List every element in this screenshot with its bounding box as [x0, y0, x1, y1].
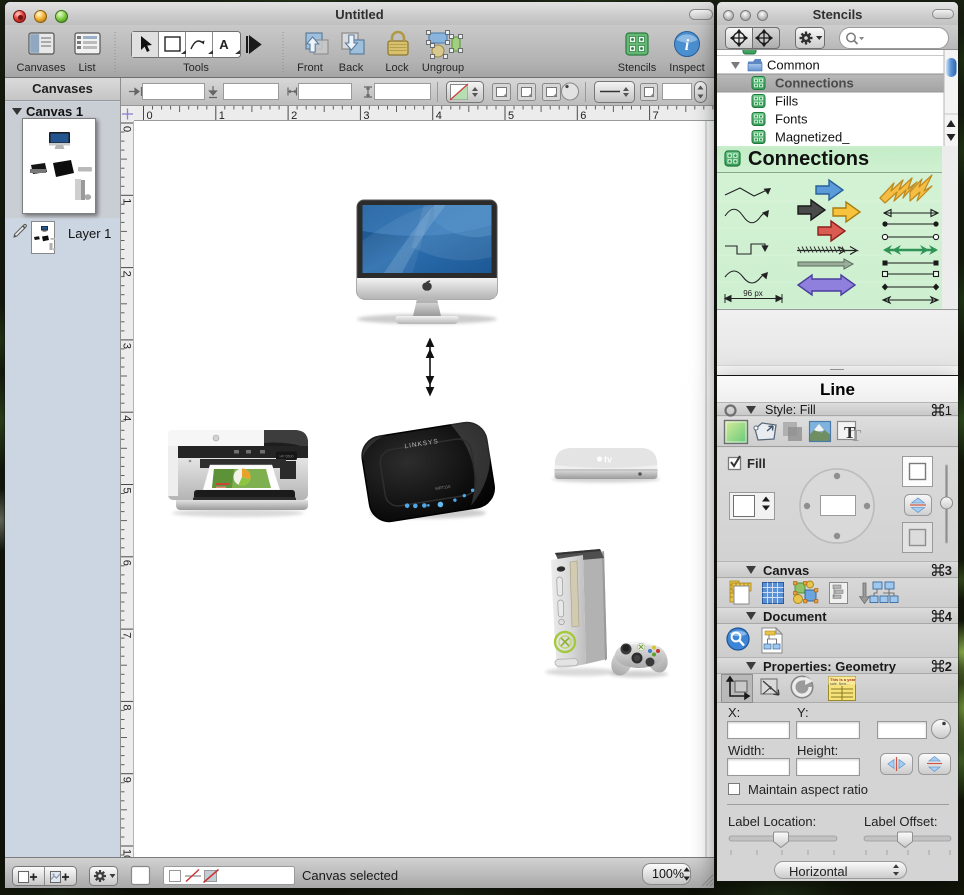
svg-text:3: 3	[121, 343, 133, 349]
svg-text:4: 4	[121, 415, 133, 421]
svg-text:6: 6	[580, 110, 586, 121]
svg-text:tv: tv	[604, 455, 612, 465]
svg-text:7: 7	[121, 632, 133, 638]
svg-text:100%: 100%	[652, 867, 684, 881]
svg-text:1: 1	[219, 110, 225, 121]
svg-text:Fills: Fills	[775, 94, 799, 109]
svg-text:2: 2	[121, 271, 133, 277]
svg-text:Magnetized_: Magnetized_	[775, 130, 850, 145]
svg-text:Fonts: Fonts	[775, 112, 808, 127]
svg-text:8: 8	[121, 704, 133, 710]
svg-text:Fill: Fill	[747, 456, 766, 471]
svg-text:Connections: Connections	[775, 76, 854, 91]
svg-text:1: 1	[121, 198, 133, 204]
svg-text:0: 0	[121, 126, 133, 132]
svg-text:5: 5	[508, 110, 514, 121]
svg-text:HP 6500: HP 6500	[280, 455, 294, 459]
svg-text:3: 3	[363, 110, 369, 121]
svg-text:4: 4	[436, 110, 442, 121]
svg-text:6: 6	[121, 560, 133, 566]
svg-text:2: 2	[291, 110, 297, 121]
svg-text:Common: Common	[767, 58, 820, 73]
svg-text:safe. Next...: safe. Next...	[830, 682, 849, 686]
svg-text:0: 0	[147, 110, 153, 121]
svg-text:7: 7	[653, 110, 659, 121]
svg-text:5: 5	[121, 488, 133, 494]
svg-text:96 px: 96 px	[743, 289, 763, 298]
svg-text:Connections: Connections	[748, 148, 869, 170]
svg-text:A: A	[219, 37, 229, 52]
svg-text:Canvas selected: Canvas selected	[302, 868, 398, 883]
svg-text:10: 10	[121, 849, 133, 857]
svg-text:T: T	[844, 423, 856, 442]
svg-text:9: 9	[121, 777, 133, 783]
svg-text:i: i	[685, 37, 690, 54]
